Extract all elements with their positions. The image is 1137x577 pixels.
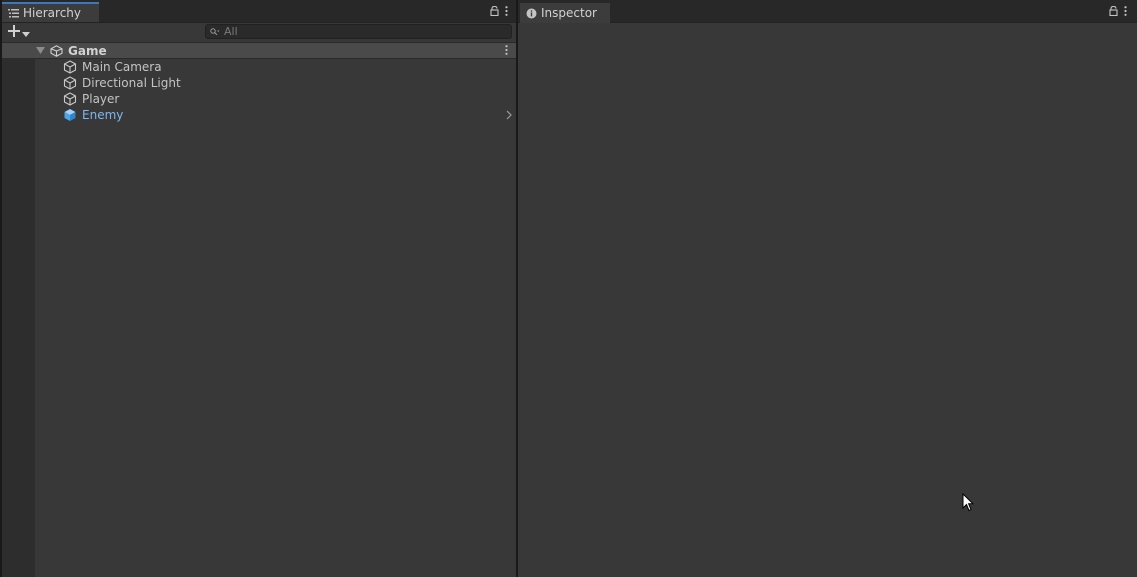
scene-row[interactable]: Game — [2, 43, 516, 59]
unity-scene-icon — [50, 44, 63, 57]
hierarchy-tabbar: Hierarchy — [2, 0, 516, 23]
tab-hierarchy[interactable]: Hierarchy — [2, 2, 99, 22]
hierarchy-corner-controls — [490, 5, 508, 19]
prefab-cube-icon — [63, 108, 77, 122]
kebab-menu-icon[interactable] — [505, 5, 508, 19]
hierarchy-item-enemy[interactable]: Enemy — [2, 107, 516, 123]
tab-inspector-label: Inspector — [541, 6, 597, 20]
hierarchy-item-label: Enemy — [82, 108, 124, 122]
hierarchy-gutter — [2, 58, 35, 577]
search-field[interactable] — [205, 24, 512, 39]
lock-icon[interactable] — [1109, 5, 1118, 19]
create-dropdown-button[interactable] — [8, 24, 30, 41]
hierarchy-toolbar — [2, 23, 516, 43]
plus-icon — [8, 25, 20, 40]
hierarchy-item-label: Main Camera — [82, 60, 162, 74]
foldout-arrow-icon[interactable] — [36, 47, 48, 54]
scene-name: Game — [68, 43, 107, 58]
inspector-body — [518, 23, 1137, 577]
list-icon — [8, 8, 19, 18]
kebab-menu-icon[interactable] — [1124, 5, 1127, 19]
search-icon — [210, 25, 220, 39]
gameobject-cube-icon — [63, 60, 77, 74]
gameobject-cube-icon — [63, 92, 77, 106]
hierarchy-panel: Hierarchy All Game Main Camera Direction… — [2, 0, 516, 577]
hierarchy-item-label: Player — [82, 92, 120, 106]
inspector-tabbar: Inspector — [518, 0, 1137, 23]
info-icon — [526, 8, 537, 19]
hierarchy-item-directional-light[interactable]: Directional Light — [2, 75, 516, 91]
tab-inspector[interactable]: Inspector — [520, 3, 610, 23]
lock-icon[interactable] — [490, 5, 499, 19]
search-input[interactable] — [220, 25, 504, 38]
hierarchy-item-player[interactable]: Player — [2, 91, 516, 107]
caret-down-icon — [22, 26, 30, 40]
inspector-corner-controls — [1109, 5, 1127, 19]
mouse-cursor-icon — [962, 492, 975, 515]
scene-kebab-icon[interactable] — [505, 44, 508, 58]
hierarchy-item-label: Directional Light — [82, 76, 181, 90]
inspector-panel: Inspector — [518, 0, 1137, 577]
tab-hierarchy-label: Hierarchy — [23, 6, 82, 20]
hierarchy-item-main-camera[interactable]: Main Camera — [2, 59, 516, 75]
gameobject-cube-icon — [63, 76, 77, 90]
chevron-right-icon[interactable] — [506, 109, 512, 123]
